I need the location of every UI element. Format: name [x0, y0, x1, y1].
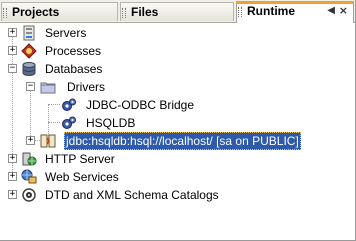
tab-runtime[interactable]: Runtime ◀ ×: [236, 1, 354, 23]
tree-item-label: jdbc:hsqldb:hsql://localhost/ [sa on PUB…: [64, 132, 301, 150]
tree-item-hsqldb[interactable]: HSQLDB: [0, 114, 355, 132]
tree-item-label: Processes: [45, 44, 102, 58]
tree-item-web-services[interactable]: + Web Services: [0, 168, 355, 186]
tree-item-label: JDBC-ODBC Bridge: [86, 98, 195, 112]
collapse-toggle[interactable]: −: [26, 82, 35, 91]
tab-grip: [238, 7, 242, 17]
tab-strip: Projects Files Runtime ◀ ×: [0, 0, 355, 23]
tree-item-xml-catalogs[interactable]: + DTD and XML Schema Catalogs: [0, 186, 355, 204]
expand-toggle[interactable]: +: [26, 136, 35, 145]
runtime-window: Projects Files Runtime ◀ × + Servers + P…: [0, 0, 356, 241]
tree-item-connection[interactable]: + jdbc:hsqldb:hsql://localhost/ [sa on P…: [0, 132, 355, 150]
driver-icon: [61, 97, 77, 113]
tree-item-label: Web Services: [45, 170, 119, 184]
tab-files-label: Files: [131, 5, 159, 19]
tree-item-label: Servers: [45, 26, 87, 40]
tree-item-label: Drivers: [67, 80, 105, 94]
tree-item-label: Databases: [45, 62, 103, 76]
tab-files[interactable]: Files: [120, 2, 234, 21]
tree-item-drivers[interactable]: − Drivers: [0, 78, 355, 96]
processes-icon: [21, 43, 37, 59]
expand-toggle[interactable]: +: [8, 190, 17, 199]
collapse-toggle[interactable]: −: [8, 64, 17, 73]
database-icon: [21, 61, 37, 77]
minimize-window-icon[interactable]: ◀: [327, 5, 335, 17]
expand-toggle[interactable]: +: [8, 28, 17, 37]
tree-item-http-server[interactable]: + HTTP Server: [0, 150, 355, 168]
tree-item-servers[interactable]: + Servers: [0, 24, 355, 42]
tree-item-processes[interactable]: + Processes: [0, 42, 355, 60]
close-window-icon[interactable]: ×: [339, 5, 348, 17]
xml-catalog-icon: [21, 187, 37, 203]
servers-icon: [21, 25, 37, 41]
runtime-tree: + Servers + Processes − Databases − Driv…: [0, 23, 355, 240]
tree-item-databases[interactable]: − Databases: [0, 60, 355, 78]
tree-item-jdbc-odbc-bridge[interactable]: JDBC-ODBC Bridge: [0, 96, 355, 114]
http-server-icon: [21, 151, 37, 167]
tab-projects[interactable]: Projects: [1, 2, 118, 21]
connection-icon: [40, 133, 56, 149]
tab-runtime-label: Runtime: [247, 4, 295, 18]
expand-toggle[interactable]: +: [8, 154, 17, 163]
folder-icon: [40, 79, 56, 95]
tree-item-label: HSQLDB: [86, 116, 136, 130]
web-services-icon: [21, 169, 37, 185]
tab-grip: [122, 8, 126, 18]
tree-item-label: DTD and XML Schema Catalogs: [45, 188, 219, 202]
tree-item-label: HTTP Server: [45, 152, 115, 166]
driver-icon: [61, 115, 77, 131]
expand-toggle[interactable]: +: [8, 172, 17, 181]
tab-grip: [3, 8, 7, 18]
tab-projects-label: Projects: [12, 5, 60, 19]
expand-toggle[interactable]: +: [8, 46, 17, 55]
